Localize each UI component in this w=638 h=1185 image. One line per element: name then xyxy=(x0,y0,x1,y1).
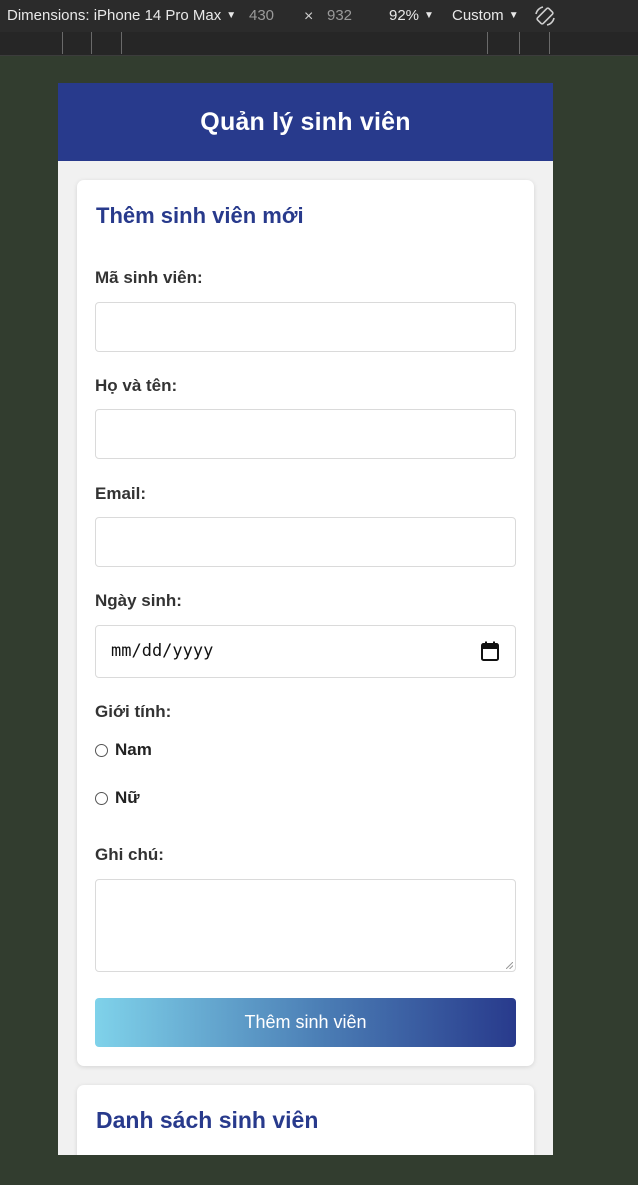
note-label: Ghi chú: xyxy=(95,845,164,864)
gender-option-label: Nam xyxy=(115,740,152,759)
chevron-down-icon: ▼ xyxy=(424,10,434,21)
width-field[interactable]: 430 xyxy=(249,7,274,24)
radio-button-nam[interactable] xyxy=(95,743,108,757)
device-label: Dimensions: iPhone 14 Pro Max xyxy=(7,7,222,24)
rotate-icon[interactable] xyxy=(533,4,557,28)
height-value: 932 xyxy=(327,7,353,24)
device-select[interactable]: Dimensions: iPhone 14 Pro Max ▼ xyxy=(7,7,236,24)
add-student-form: Thêm sinh viên mới Mã sinh viên: Họ và t… xyxy=(77,180,534,1066)
chevron-down-icon: ▼ xyxy=(508,10,519,21)
devtools-toolbar: Dimensions: iPhone 14 Pro Max ▼ 430 × 93… xyxy=(0,0,638,32)
device-viewport: Quản lý sinh viên Thêm sinh viên mới Mã … xyxy=(58,83,553,1155)
throttle-value: Custom xyxy=(452,7,504,24)
email-label: Email: xyxy=(95,484,147,503)
zoom-value: 92% xyxy=(389,7,420,24)
gender-option-nam[interactable]: Nam xyxy=(95,740,152,760)
width-value: 430 xyxy=(249,7,275,24)
dob-placeholder: mm/dd/yyyy xyxy=(111,641,214,661)
zoom-select[interactable]: 92% ▼ xyxy=(389,7,434,24)
student-id-label: Mã sinh viên: xyxy=(95,268,203,287)
full-name-label: Họ và tên: xyxy=(95,376,178,395)
gender-option-nu[interactable]: Nữ xyxy=(95,788,140,808)
email-input[interactable] xyxy=(95,517,516,567)
radio-button-nu[interactable] xyxy=(95,791,108,805)
times-glyph: × xyxy=(304,8,314,25)
dob-label: Ngày sinh: xyxy=(95,591,182,610)
student-list-card: Danh sách sinh viên xyxy=(77,1085,534,1155)
throttle-select[interactable]: Custom ▼ xyxy=(452,7,519,24)
app-header: Quản lý sinh viên xyxy=(58,83,553,161)
calendar-icon[interactable] xyxy=(481,641,499,661)
form-title: Thêm sinh viên mới xyxy=(96,203,304,228)
height-field[interactable]: 932 xyxy=(327,7,352,24)
student-id-input[interactable] xyxy=(95,302,516,352)
gender-option-label: Nữ xyxy=(115,788,140,807)
dob-input[interactable]: mm/dd/yyyy xyxy=(95,625,516,678)
note-textarea[interactable] xyxy=(95,879,516,972)
add-student-button[interactable]: Thêm sinh viên xyxy=(95,998,516,1047)
times-icon: × xyxy=(304,8,313,26)
list-title: Danh sách sinh viên xyxy=(96,1107,319,1133)
resize-grip-icon[interactable] xyxy=(506,962,513,969)
full-name-input[interactable] xyxy=(95,409,516,459)
app-title: Quản lý sinh viên xyxy=(200,107,411,136)
chevron-down-icon: ▼ xyxy=(226,10,237,21)
gender-label: Giới tính: xyxy=(95,702,172,721)
ruler xyxy=(0,32,638,56)
